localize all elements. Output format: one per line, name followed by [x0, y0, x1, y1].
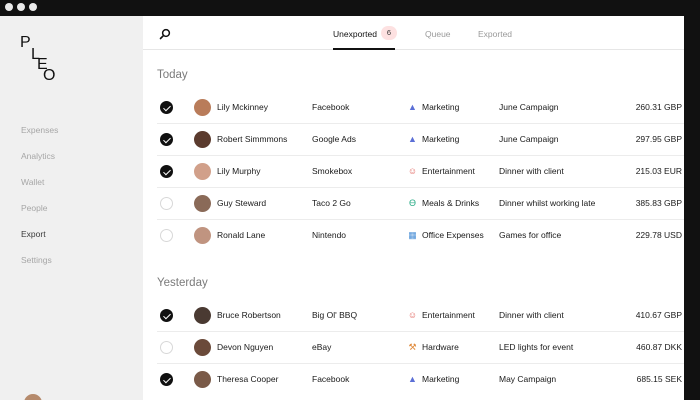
employee-name: Theresa Cooper: [217, 374, 279, 384]
expense-note: Games for office: [499, 230, 562, 240]
expense-note: June Campaign: [499, 134, 559, 144]
pleo-logo[interactable]: P L E O: [20, 35, 56, 87]
employee-avatar: [194, 307, 211, 324]
sidebar-item-expenses[interactable]: Expenses: [21, 125, 58, 135]
section-title-yesterday: Yesterday: [157, 277, 208, 289]
row-select-checkbox[interactable]: [160, 341, 173, 354]
employee-name: Devon Nguyen: [217, 342, 274, 352]
expense-row[interactable]: Guy Steward Taco 2 Go ϴ Meals & Drinks Dinne…: [157, 188, 684, 220]
employee-name: Ronald Lane: [217, 230, 266, 240]
user-avatar[interactable]: [22, 392, 44, 400]
smiley-icon: ☺: [407, 166, 418, 176]
megaphone-icon: ▲: [408, 374, 417, 384]
expense-row[interactable]: Robert Simmmons Google Ads ▲ Marketing June …: [157, 124, 684, 156]
building-icon: ▦: [408, 230, 417, 240]
expense-row[interactable]: Bruce Robertson Big Ol' BBQ ☺ Entertainment…: [157, 300, 684, 332]
row-select-checkbox[interactable]: [160, 373, 173, 386]
expense-note: LED lights for event: [499, 342, 574, 352]
merchant-name: Taco 2 Go: [312, 198, 351, 208]
utensils-icon: ϴ: [408, 198, 416, 208]
employee-avatar: [194, 99, 211, 116]
category-label: Marketing: [422, 374, 460, 384]
merchant-name: Smokebox: [312, 166, 353, 176]
tab-unexported[interactable]: Unexported: [333, 29, 377, 39]
megaphone-icon: ▲: [408, 134, 417, 144]
tab-exported[interactable]: Exported: [478, 29, 512, 39]
header-divider: [143, 49, 684, 50]
category-label: Office Expenses: [422, 230, 484, 240]
sidebar-item-wallet[interactable]: Wallet: [21, 177, 44, 187]
expense-row[interactable]: Theresa Cooper Facebook ▲ Marketing May Camp…: [157, 364, 684, 396]
employee-name: Lily Mckinney: [217, 102, 269, 112]
tab-queue[interactable]: Queue: [425, 29, 451, 39]
export-main: Unexported 6 Queue Exported Today Lily M…: [143, 16, 684, 400]
sidebar-item-people[interactable]: People: [21, 203, 47, 213]
expense-amount: 260.31 GBP: [635, 102, 682, 112]
category-label: Meals & Drinks: [422, 198, 480, 208]
category-label: Entertainment: [422, 166, 475, 176]
smiley-icon: ☺: [407, 310, 418, 320]
logo-letter: O: [43, 67, 56, 84]
merchant-name: Facebook: [312, 374, 350, 384]
megaphone-icon: ▲: [408, 102, 417, 112]
employee-name: Lily Murphy: [217, 166, 261, 176]
expense-amount: 685.15 SEK: [636, 374, 682, 384]
row-select-checkbox[interactable]: [160, 309, 173, 322]
expense-amount: 385.83 GBP: [635, 198, 682, 208]
expense-amount: 297.95 GBP: [635, 134, 682, 144]
row-select-checkbox[interactable]: [160, 197, 173, 210]
employee-avatar: [194, 131, 211, 148]
sidebar-item-export[interactable]: Export: [21, 229, 46, 239]
sidebar-item-settings[interactable]: Settings: [21, 255, 52, 265]
window-edge: [684, 16, 700, 400]
merchant-name: Google Ads: [312, 134, 356, 144]
row-select-checkbox[interactable]: [160, 133, 173, 146]
expense-note: Dinner whilst working late: [499, 198, 596, 208]
employee-avatar: [194, 163, 211, 180]
employee-avatar: [194, 339, 211, 356]
sidebar-item-analytics[interactable]: Analytics: [21, 151, 55, 161]
row-select-checkbox[interactable]: [160, 229, 173, 242]
row-select-checkbox[interactable]: [160, 165, 173, 178]
category-label: Marketing: [422, 134, 460, 144]
window-minimize-dot[interactable]: [17, 3, 25, 11]
expense-note: Dinner with client: [499, 166, 564, 176]
wrench-icon: ⚒: [408, 342, 417, 352]
expense-note: May Campaign: [499, 374, 557, 384]
expense-note: June Campaign: [499, 102, 559, 112]
employee-avatar: [194, 227, 211, 244]
row-select-checkbox[interactable]: [160, 101, 173, 114]
logo-letter: P: [20, 34, 31, 51]
employee-name: Bruce Robertson: [217, 310, 281, 320]
window-titlebar: [0, 0, 700, 16]
window-close-dot[interactable]: [5, 3, 13, 11]
expense-amount: 215.03 EUR: [635, 166, 682, 176]
category-label: Hardware: [422, 342, 459, 352]
expense-amount: 460.87 DKK: [636, 342, 682, 352]
employee-name: Robert Simmmons: [217, 134, 288, 144]
expense-row[interactable]: Devon Nguyen eBay ⚒ Hardware LED lights for …: [157, 332, 684, 364]
employee-avatar: [194, 371, 211, 388]
search-icon[interactable]: [159, 28, 171, 40]
expense-row[interactable]: Lily Murphy Smokebox ☺ Entertainment Dinner …: [157, 156, 684, 188]
merchant-name: Facebook: [312, 102, 350, 112]
window-maximize-dot[interactable]: [29, 3, 37, 11]
expense-row[interactable]: Ronald Lane Nintendo ▦ Office Expenses Games…: [157, 220, 684, 252]
expense-amount: 229.78 USD: [635, 230, 682, 240]
unexported-count-badge: 6: [381, 26, 397, 40]
employee-avatar: [194, 195, 211, 212]
active-tab-indicator: [333, 48, 395, 50]
sidebar: P L E O Expenses Analytics Wallet People…: [0, 16, 143, 400]
merchant-name: Big Ol' BBQ: [312, 310, 358, 320]
expense-note: Dinner with client: [499, 310, 564, 320]
category-label: Marketing: [422, 102, 460, 112]
expense-row[interactable]: Lily Mckinney Facebook ▲ Marketing June Camp…: [157, 92, 684, 124]
employee-name: Guy Steward: [217, 198, 267, 208]
expense-amount: 410.67 GBP: [635, 310, 682, 320]
section-title-today: Today: [157, 69, 188, 81]
merchant-name: eBay: [312, 342, 332, 352]
merchant-name: Nintendo: [312, 230, 347, 240]
category-label: Entertainment: [422, 310, 475, 320]
